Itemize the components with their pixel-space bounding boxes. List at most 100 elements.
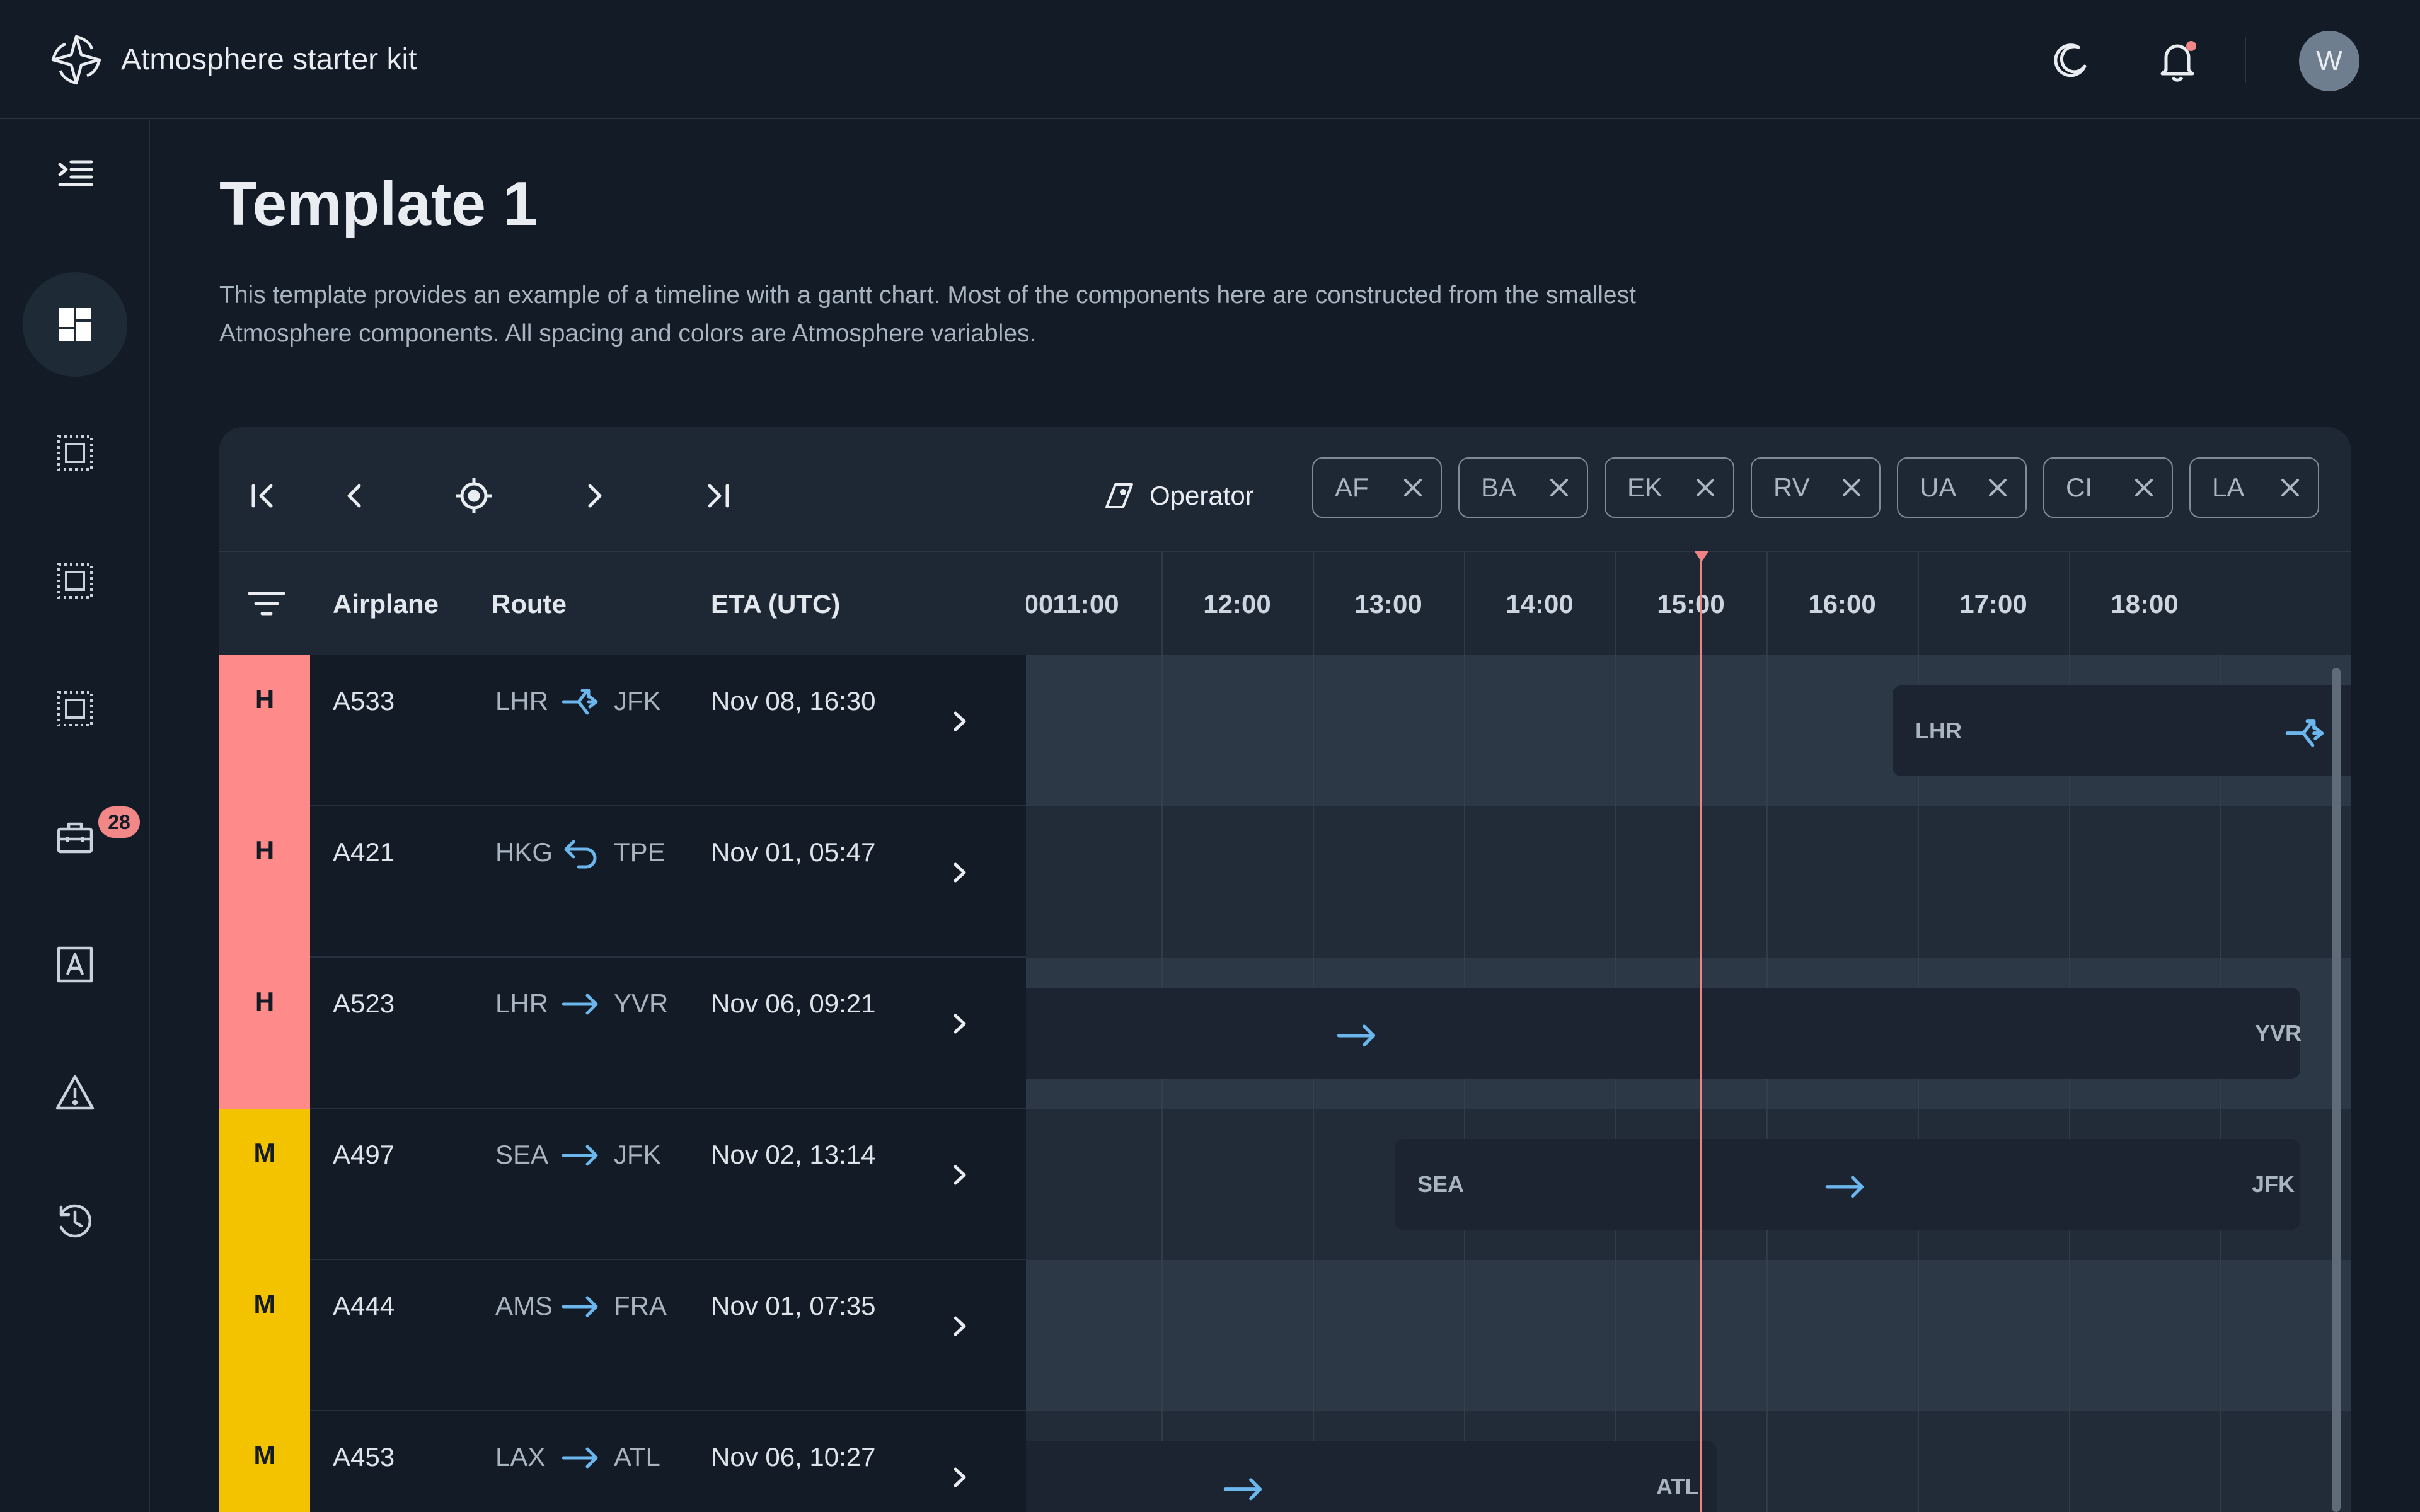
next-button[interactable] xyxy=(563,464,626,527)
eta-cell: Nov 01, 07:35 xyxy=(711,1291,876,1320)
close-icon[interactable] xyxy=(1547,475,1572,500)
chevron-right-icon[interactable] xyxy=(944,1159,976,1191)
chevron-right-icon[interactable] xyxy=(944,857,976,888)
sidebar-item-alerts[interactable] xyxy=(23,1041,127,1145)
chip-ek[interactable]: EK xyxy=(1605,457,1734,518)
eta-cell: Nov 06, 09:21 xyxy=(711,988,876,1018)
column-header-eta[interactable]: ETA (UTC) xyxy=(711,588,840,620)
route-destination: TPE xyxy=(614,837,666,867)
flight-bar[interactable]: ATL xyxy=(1026,1441,1717,1512)
table-row[interactable]: H A421 HKG TPE Nov 01, 05:47 xyxy=(219,806,1026,958)
hour-label: 13:00 xyxy=(1354,589,1422,619)
last-page-icon xyxy=(708,484,729,508)
previous-icon xyxy=(347,484,361,508)
hour-label: 18:00 xyxy=(2111,589,2179,619)
first-page-button[interactable] xyxy=(232,464,295,527)
hour-label: 17:00 xyxy=(1959,589,2027,619)
dashboard-icon xyxy=(59,308,91,341)
chevron-right-icon[interactable] xyxy=(944,706,976,737)
route-origin: LAX xyxy=(495,1442,546,1472)
locate-now-button[interactable] xyxy=(442,464,505,527)
arrow-right-icon xyxy=(1337,1024,1376,1047)
sidebar-item-template-3[interactable] xyxy=(23,529,127,633)
close-icon[interactable] xyxy=(2131,475,2157,500)
table-row[interactable]: M A453 LAX ATL Nov 06, 10:27 xyxy=(219,1411,1026,1512)
sidebar-item-template-2[interactable] xyxy=(23,401,127,505)
close-icon[interactable] xyxy=(1839,475,1864,500)
priority-badge: H xyxy=(219,806,310,958)
table-row[interactable]: M A497 SEA JFK Nov 02, 13:14 xyxy=(219,1109,1026,1260)
previous-button[interactable] xyxy=(323,464,386,527)
template-icon xyxy=(57,563,93,598)
chip-af[interactable]: AF xyxy=(1312,457,1442,518)
eta-cell: Nov 02, 13:14 xyxy=(711,1140,876,1169)
sidebar-item-dashboard[interactable] xyxy=(23,272,127,377)
theme-toggle-button[interactable] xyxy=(2046,35,2096,85)
table-row[interactable]: H A523 LHR YVR Nov 06, 09:21 xyxy=(219,958,1026,1109)
warning-icon xyxy=(55,1075,95,1110)
notification-badge: 28 xyxy=(98,806,140,838)
route-icon xyxy=(560,1137,601,1174)
sidebar: 28 xyxy=(0,120,150,1512)
sidebar-item-toolbox[interactable]: 28 xyxy=(23,784,140,889)
chip-la[interactable]: LA xyxy=(2189,457,2319,518)
sidebar-item-text[interactable] xyxy=(23,912,127,1017)
sidebar-item-template-4[interactable] xyxy=(23,656,127,761)
flight-bar[interactable]: LHR xyxy=(1893,685,2351,776)
arrow-right-icon xyxy=(1223,1478,1262,1501)
bar-route-icon xyxy=(2283,713,2327,751)
chip-ba[interactable]: BA xyxy=(1458,457,1588,518)
diversion-icon xyxy=(562,689,598,715)
route-icon xyxy=(560,1439,601,1477)
chevron-right-icon[interactable] xyxy=(944,1310,976,1342)
flights-table: H A533 LHR JFK Nov 08, 16:30 H A421 HKG TPE Nov 0… xyxy=(219,655,1026,1512)
history-icon xyxy=(59,1204,92,1238)
chip-ci[interactable]: CI xyxy=(2043,457,2173,518)
template-icon xyxy=(57,691,93,726)
arrow-right-icon xyxy=(562,1145,598,1166)
eta-cell: Nov 01, 05:47 xyxy=(711,837,876,867)
column-header-route[interactable]: Route xyxy=(492,588,567,620)
header-divider xyxy=(2245,37,2246,83)
hour-label: 12:00 xyxy=(1203,589,1271,619)
route-destination: JFK xyxy=(614,1140,661,1169)
close-icon[interactable] xyxy=(1693,475,1718,500)
app-title: Atmosphere starter kit xyxy=(121,43,417,76)
priority-badge: M xyxy=(219,1260,310,1411)
timeline-row xyxy=(1026,806,2351,958)
route-origin: LHR xyxy=(495,988,549,1018)
current-time-line xyxy=(1700,553,1702,1512)
close-icon[interactable] xyxy=(2278,475,2303,500)
grid-line xyxy=(1615,655,1616,1512)
tag-icon xyxy=(1105,483,1133,508)
grid-line xyxy=(1766,655,1768,1512)
arrow-right-icon xyxy=(562,994,598,1015)
sidebar-item-history[interactable] xyxy=(23,1169,127,1273)
close-icon[interactable] xyxy=(1400,475,1426,500)
page-description: This template provides an example of a t… xyxy=(219,282,1636,347)
last-page-button[interactable] xyxy=(686,464,749,527)
vertical-scrollbar[interactable] xyxy=(2332,668,2341,1512)
flight-bar[interactable]: SEA JFK xyxy=(1395,1139,2300,1230)
airplane-cell: A497 xyxy=(333,1140,395,1169)
text-box-icon xyxy=(57,946,93,983)
hour-label: 14:00 xyxy=(1506,589,1574,619)
operator-label: Operator xyxy=(1150,481,1254,510)
chevron-right-icon[interactable] xyxy=(944,1008,976,1040)
timeline-row xyxy=(1026,1260,2351,1411)
operator-filter[interactable]: Operator xyxy=(1104,472,1254,519)
sidebar-collapse-button[interactable] xyxy=(23,120,127,224)
route-destination: YVR xyxy=(614,988,669,1018)
table-row[interactable]: M A444 AMS FRA Nov 01, 07:35 xyxy=(219,1260,1026,1411)
flight-bar[interactable]: YVR xyxy=(1026,988,2302,1079)
notifications-button[interactable] xyxy=(2152,35,2203,85)
close-icon[interactable] xyxy=(1985,475,2010,500)
filter-icon[interactable] xyxy=(246,585,287,622)
avatar[interactable]: W xyxy=(2299,31,2360,91)
app-root: Atmosphere starter kit W 28 Template 1 T… xyxy=(0,0,2420,1512)
chip-rv[interactable]: RV xyxy=(1751,457,1881,518)
chip-ua[interactable]: UA xyxy=(1897,457,2027,518)
table-row[interactable]: H A533 LHR JFK Nov 08, 16:30 xyxy=(219,655,1026,806)
chevron-right-icon[interactable] xyxy=(944,1462,976,1493)
column-header-airplane[interactable]: Airplane xyxy=(333,588,439,620)
